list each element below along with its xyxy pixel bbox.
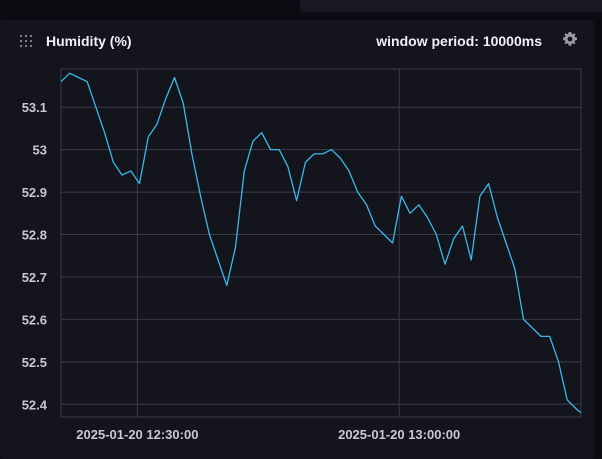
y-tick-label: 52.9 [22,185,47,200]
y-tick-label: 52.7 [22,270,47,285]
y-tick-label: 53 [33,143,47,158]
y-tick-label: 53.1 [22,100,47,115]
x-tick-label: 2025-01-20 12:30:00 [76,427,198,442]
plot-border [60,68,582,418]
y-tick-label: 52.4 [22,397,48,412]
humidity-line-chart: 52.4 52.5 52.6 52.7 52.8 52.9 53 53.1 2025-01-20… [22,68,582,442]
y-tick-label: 52.5 [22,355,47,370]
x-tick-label: 2025-01-20 13:00:00 [338,427,460,442]
y-tick-label: 52.6 [22,312,47,327]
y-tick-label: 52.8 [22,228,47,243]
